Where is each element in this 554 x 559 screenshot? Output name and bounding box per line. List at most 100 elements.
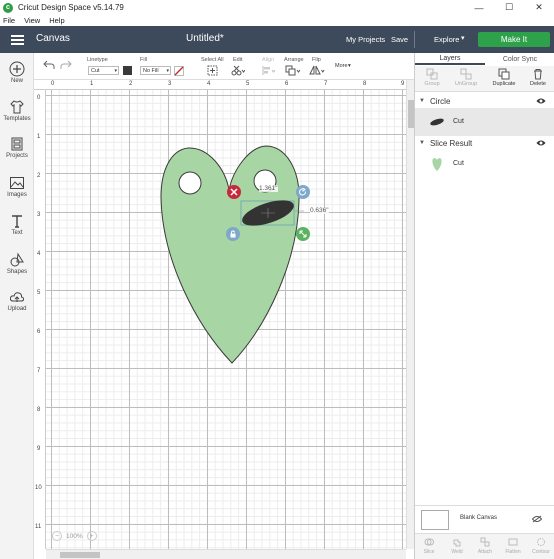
sidebar-item-images[interactable]: Images [0, 175, 34, 198]
ruler-tick: 2 [129, 81, 133, 87]
make-it-button[interactable]: Make It [478, 32, 550, 47]
eye-hidden-icon[interactable] [532, 515, 542, 523]
duplicate-button[interactable]: Duplicate [487, 68, 521, 87]
vertical-scrollbar[interactable] [406, 80, 414, 549]
ruler-tick: 7 [37, 368, 41, 374]
undo-icon[interactable] [43, 60, 55, 70]
group-button[interactable]: Group [415, 68, 449, 87]
eye-icon[interactable] [536, 139, 546, 147]
sidebar-item-text[interactable]: Text [0, 213, 34, 236]
slice-label: Slice [423, 549, 435, 555]
explore-dropdown[interactable]: Explore [434, 35, 459, 44]
delete-button[interactable]: Delete [521, 68, 554, 87]
sidebar-item-templates[interactable]: Templates [0, 99, 34, 122]
height-dimension-label: 0.636" [310, 207, 329, 214]
weld-button[interactable]: Weld [443, 537, 471, 555]
layer-group-header[interactable]: ▼ Circle [415, 94, 554, 108]
duplicate-label: Duplicate [492, 81, 516, 87]
blank-canvas-row[interactable]: Blank Canvas [415, 505, 554, 533]
group-label: Group [424, 81, 440, 87]
sidebar-label: Text [11, 230, 23, 236]
ungroup-button[interactable]: UnGroup [449, 68, 483, 87]
maximize-button[interactable]: ☐ [494, 0, 524, 15]
sidebar-item-shapes[interactable]: Shapes [0, 252, 34, 275]
menu-view[interactable]: View [24, 16, 40, 25]
header-divider [414, 31, 415, 48]
flip-label: Flip [312, 57, 321, 63]
window-title: Cricut Design Space v5.14.79 [18, 3, 124, 12]
close-button[interactable]: ✕ [524, 0, 554, 15]
select-all-label: Select All [201, 57, 224, 63]
menu-bar: File View Help [0, 15, 554, 26]
minimize-button[interactable]: — [464, 0, 494, 15]
more-menu[interactable]: More [335, 63, 348, 69]
group-icon [426, 68, 438, 80]
layer-row-circle[interactable]: Cut [415, 108, 554, 136]
document-title: Untitled* [186, 33, 224, 44]
heart-thumbnail-icon [432, 158, 442, 171]
tab-layers[interactable]: Layers [415, 53, 485, 65]
sidebar-item-projects[interactable]: Projects [0, 136, 34, 159]
horizontal-ruler: 0 1 2 3 4 5 6 7 8 9 [34, 80, 406, 90]
section-title: Canvas [36, 33, 70, 44]
zoom-in-button[interactable]: + [86, 531, 97, 541]
delete-handle-icon[interactable] [227, 185, 241, 199]
ellipse-thumbnail-icon [430, 118, 444, 126]
no-fill-swatch-icon[interactable] [174, 66, 184, 76]
ruler-tick: 5 [246, 81, 250, 87]
layer-group-name: Slice Result [429, 138, 473, 148]
layer-group-slice-result[interactable]: ▼ Slice Result Cut [415, 136, 554, 178]
chevron-down-icon: ▾ [114, 67, 117, 74]
attach-button[interactable]: Attach [471, 537, 499, 555]
flatten-button[interactable]: Flatten [499, 537, 527, 555]
scissors-icon[interactable] [231, 65, 245, 76]
ruler-tick: 9 [401, 81, 405, 87]
menu-help[interactable]: Help [49, 16, 64, 25]
tab-color-sync[interactable]: Color Sync [485, 53, 554, 65]
canvas-color-swatch[interactable] [421, 510, 449, 530]
delete-label: Delete [530, 81, 546, 87]
linetype-color-swatch[interactable] [123, 66, 132, 75]
arrange-icon[interactable] [285, 65, 301, 76]
ruler-tick: 1 [90, 81, 94, 87]
zoom-out-button[interactable]: − [52, 531, 62, 541]
panel-tabs: Layers Color Sync [415, 53, 554, 65]
layer-row-slice-result[interactable]: Cut [415, 150, 554, 178]
lock-handle-icon[interactable] [226, 227, 240, 241]
slice-button[interactable]: Slice [415, 537, 443, 555]
flip-icon[interactable] [309, 65, 325, 76]
sidebar-label: Upload [7, 306, 27, 312]
blank-canvas-label: Blank Canvas [460, 515, 498, 521]
select-all-icon[interactable] [207, 65, 218, 76]
align-icon[interactable] [262, 65, 276, 76]
sidebar-label: Shapes [6, 269, 28, 275]
scrollbar-thumb[interactable] [60, 552, 100, 558]
eye-icon[interactable] [536, 97, 546, 105]
vertical-ruler: 0 1 2 3 4 5 6 7 8 9 10 11 [34, 90, 46, 549]
design-canvas[interactable]: 1.361" 0.636" [46, 90, 406, 549]
sidebar-label: Images [7, 192, 27, 198]
fill-select[interactable]: No Fill ▾ [140, 66, 171, 75]
sidebar-item-new[interactable]: New [0, 61, 34, 84]
rotate-handle-icon[interactable] [296, 185, 310, 199]
layer-group-header[interactable]: ▼ Slice Result [415, 136, 554, 150]
save-link[interactable]: Save [391, 35, 408, 44]
plus-icon [8, 61, 26, 77]
layer-operation-label: Cut [453, 118, 464, 125]
contour-icon [537, 538, 545, 546]
sidebar-item-upload[interactable]: Upload [0, 289, 34, 312]
menu-file[interactable]: File [3, 16, 15, 25]
redo-icon[interactable] [60, 60, 72, 70]
contour-button[interactable]: Contour [527, 537, 554, 555]
my-projects-link[interactable]: My Projects [346, 35, 385, 44]
layer-operation-label: Cut [453, 160, 464, 167]
ruler-tick: 0 [51, 81, 55, 87]
horizontal-scrollbar[interactable] [46, 549, 406, 559]
resize-handle-icon[interactable] [296, 227, 310, 241]
ruler-tick: 4 [37, 251, 41, 257]
linetype-select[interactable]: Cut ▾ [88, 66, 119, 75]
layer-group-circle[interactable]: ▼ Circle Cut [415, 94, 554, 136]
cricut-logo-icon: c [3, 2, 13, 13]
attach-icon [480, 537, 490, 547]
hamburger-menu-icon[interactable] [11, 35, 24, 45]
